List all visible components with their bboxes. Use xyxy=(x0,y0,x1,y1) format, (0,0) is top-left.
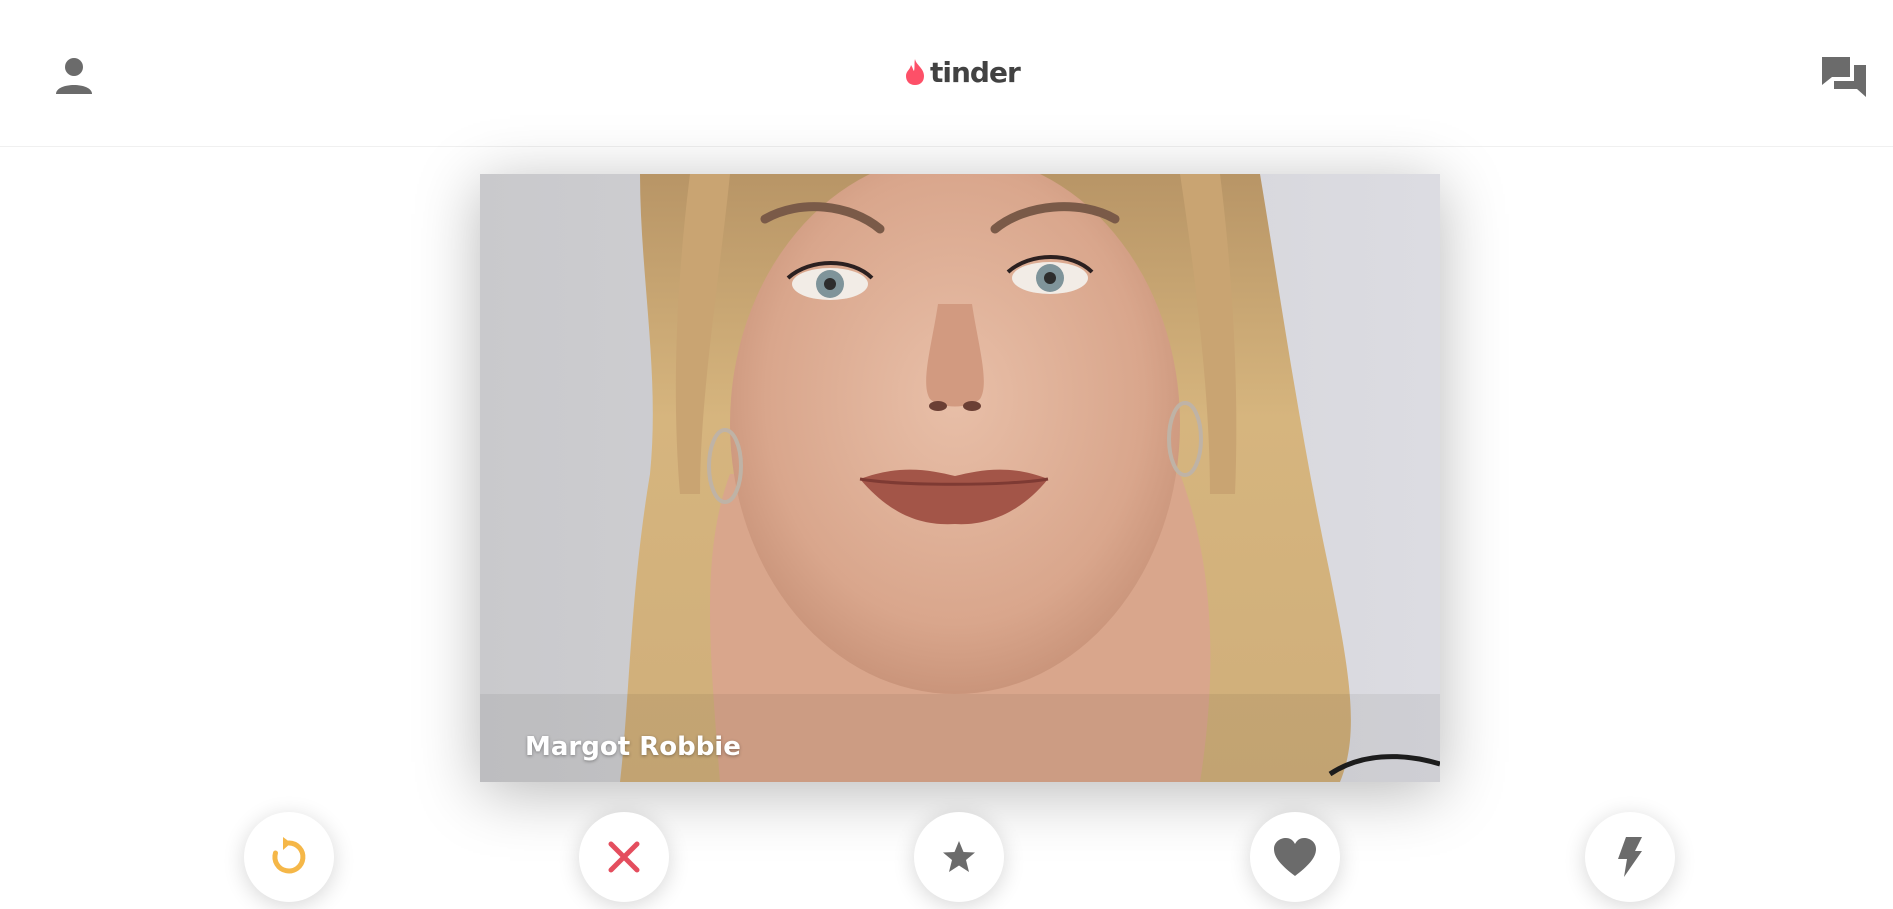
chat-bubbles-icon xyxy=(1822,57,1866,97)
messages-button[interactable] xyxy=(1812,44,1876,108)
tinder-logo: tinder xyxy=(904,52,1021,92)
profile-card[interactable]: Margot Robbie xyxy=(480,174,1440,782)
profile-photo xyxy=(480,174,1440,782)
like-button[interactable] xyxy=(1250,812,1340,902)
star-icon xyxy=(943,841,975,872)
heart-icon xyxy=(1274,838,1316,876)
profile-button[interactable] xyxy=(42,44,106,108)
boost-button[interactable] xyxy=(1585,812,1675,902)
super-like-button[interactable] xyxy=(914,812,1004,902)
logo-text: tinder xyxy=(930,55,1021,89)
flame-icon xyxy=(906,59,924,85)
rewind-icon xyxy=(272,837,306,874)
lightning-icon xyxy=(1618,837,1642,877)
person-icon xyxy=(56,58,92,94)
close-icon xyxy=(608,841,640,873)
nope-button[interactable] xyxy=(579,812,669,902)
profile-name: Margot Robbie xyxy=(525,732,741,762)
portrait-photo xyxy=(480,174,1440,782)
rewind-button[interactable] xyxy=(244,812,334,902)
top-bar: tinder xyxy=(0,0,1893,147)
